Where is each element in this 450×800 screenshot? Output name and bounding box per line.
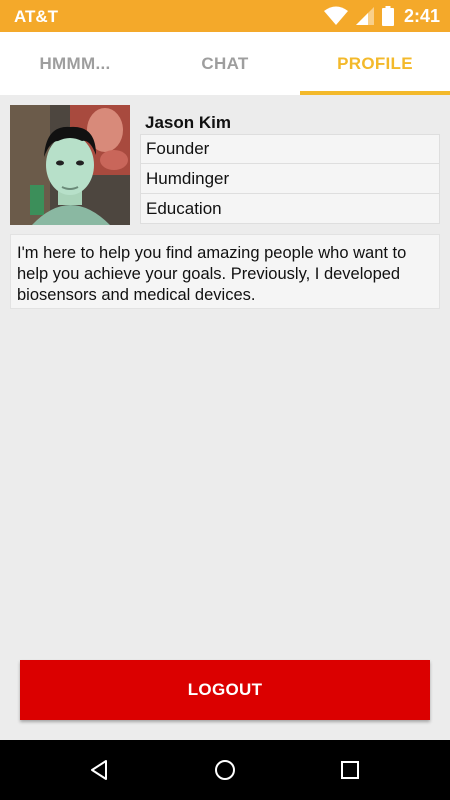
tab-hmmm[interactable]: HMMM... bbox=[0, 32, 150, 95]
wifi-icon bbox=[323, 6, 348, 26]
profile-photo bbox=[10, 105, 130, 225]
detail-education: Education bbox=[140, 194, 440, 224]
logout-button[interactable]: LOGOUT bbox=[20, 660, 430, 720]
profile-name: Jason Kim bbox=[145, 113, 231, 132]
profile-details: Founder Humdinger Education bbox=[140, 134, 440, 224]
profile-bio: I'm here to help you find amazing people… bbox=[10, 234, 440, 309]
clock: 2:41 bbox=[403, 5, 440, 26]
detail-company: Humdinger bbox=[140, 164, 440, 194]
status-bar: AT&T 2:41 bbox=[0, 0, 450, 32]
recents-icon[interactable] bbox=[332, 752, 368, 788]
status-icons: 2:41 bbox=[323, 4, 440, 28]
carrier-label: AT&T bbox=[14, 7, 59, 26]
battery-icon bbox=[381, 6, 394, 26]
tab-bar: HMMM... CHAT PROFILE bbox=[0, 32, 450, 95]
system-nav-bar bbox=[0, 740, 450, 800]
home-icon[interactable] bbox=[207, 752, 243, 788]
signal-icon bbox=[355, 7, 374, 25]
tab-profile[interactable]: PROFILE bbox=[300, 32, 450, 95]
tab-chat[interactable]: CHAT bbox=[150, 32, 300, 95]
detail-role: Founder bbox=[140, 134, 440, 164]
back-icon[interactable] bbox=[81, 752, 117, 788]
